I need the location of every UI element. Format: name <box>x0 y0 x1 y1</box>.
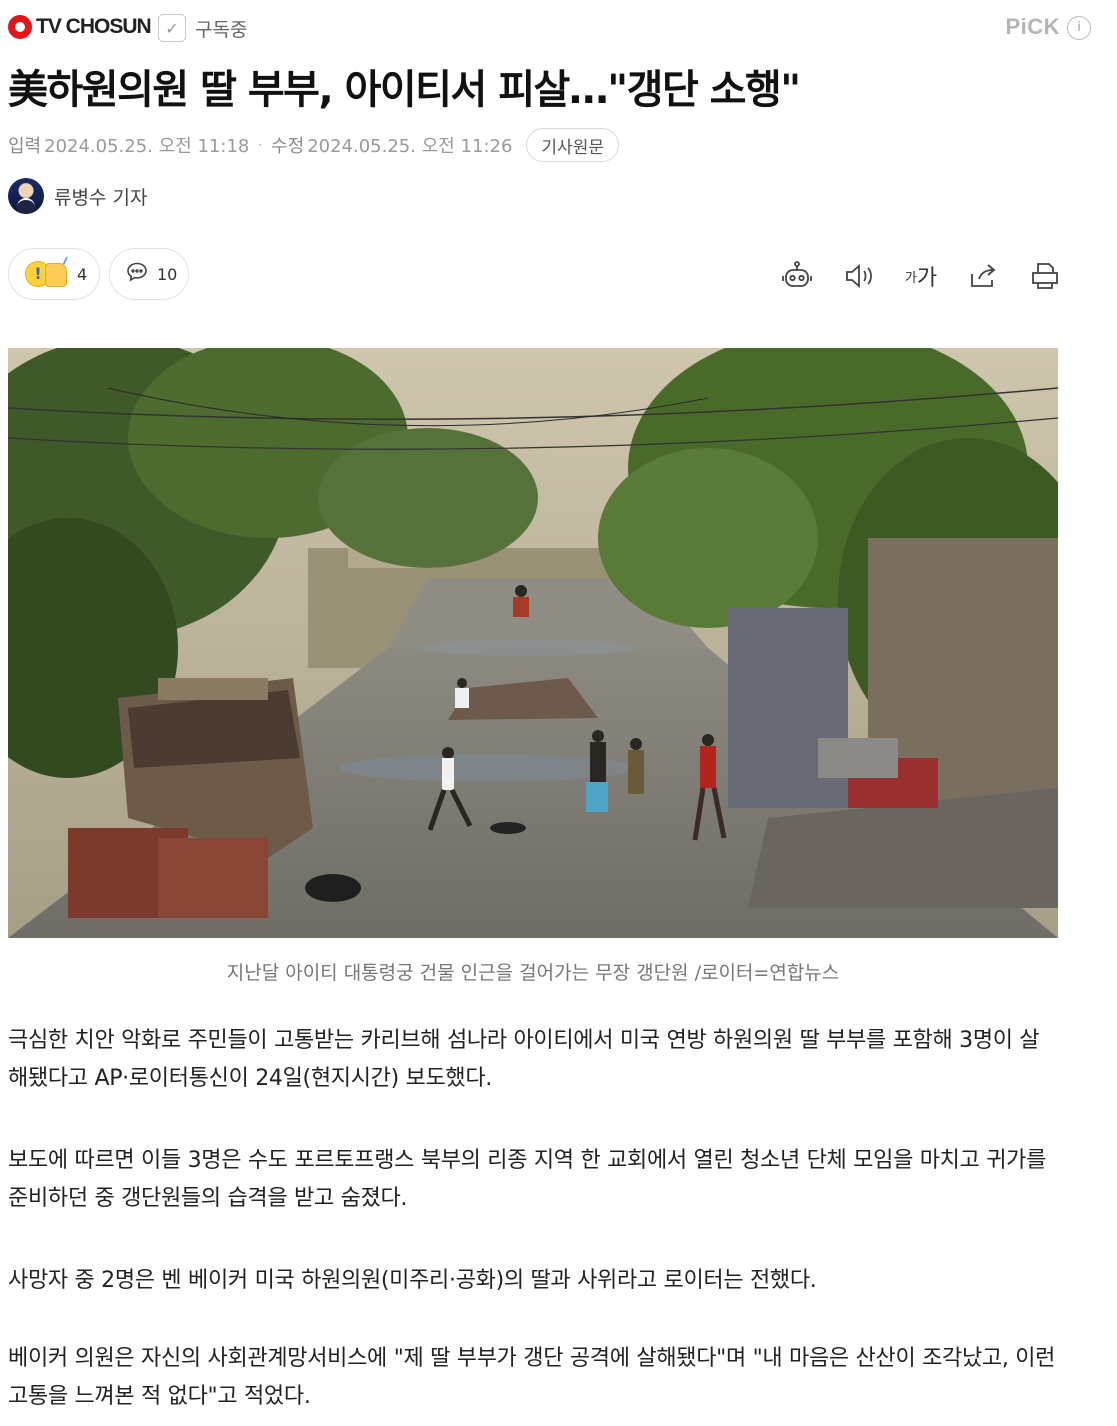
article-toolbar: 가가 <box>755 256 1065 296</box>
share-icon[interactable] <box>963 256 1003 296</box>
article-headline: 美하원의원 딸 부부, 아이티서 피살…"갱단 소행" <box>8 67 801 113</box>
reaction-count: 4 <box>77 264 88 284</box>
subscribe-button[interactable]: ✓ 구독중 <box>158 14 247 42</box>
comment-icon <box>125 260 149 288</box>
speaker-icon[interactable] <box>839 256 879 296</box>
reaction-emoji-icon: ! <box>25 261 69 287</box>
author-name: 류병수 기자 <box>54 186 148 209</box>
photo-caption: 지난달 아이티 대통령궁 건물 인근을 걸어가는 무장 갱단원 /로이터=연합뉴… <box>226 962 840 984</box>
paragraph-2: 보도에 따르면 이들 3명은 수도 포르토프랭스 북부의 리종 지역 한 교회에… <box>8 1148 1047 1211</box>
subscribe-label: 구독중 <box>195 18 248 41</box>
brand-logo-icon <box>8 15 32 39</box>
input-label: 입력 <box>8 136 42 157</box>
original-article-button[interactable]: 기사원문 <box>526 128 619 162</box>
paragraph-4: 베이커 의원은 자신의 사회관계망서비스에 "제 딸 부부가 갱단 공격에 살해… <box>8 1346 1056 1409</box>
edit-time: 2024.05.25. 오전 11:26 <box>307 136 513 157</box>
paragraph-1: 극심한 치안 악화로 주민들이 고통받는 카리브해 섬나라 아이티에서 미국 연… <box>8 1028 1040 1091</box>
article-photo <box>8 348 1058 938</box>
paragraph-3: 사망자 중 2명은 벤 베이커 미국 하원의원(미주리·공화)의 딸과 사위라고… <box>8 1268 817 1293</box>
author-info[interactable]: 류병수 기자 <box>8 178 147 214</box>
font-size-small-label: 가 <box>904 270 917 286</box>
brand-name: TV CHOSUN <box>36 15 152 38</box>
article-meta: 입력 2024.05.25. 오전 11:18 · 수정 2024.05.25.… <box>8 128 619 162</box>
comment-button[interactable]: 10 <box>109 248 189 300</box>
header-bar: TV CHOSUN ✓ 구독중 PiCK i <box>8 10 1108 46</box>
input-time: 2024.05.25. 오전 11:18 <box>44 136 250 157</box>
check-icon: ✓ <box>158 14 186 42</box>
edit-label: 수정 <box>271 136 305 157</box>
author-avatar <box>8 178 44 214</box>
font-size-large-label: 가 <box>916 266 938 291</box>
comment-count: 10 <box>157 264 178 284</box>
robot-summary-icon[interactable] <box>777 256 817 296</box>
brand-logo[interactable]: TV CHOSUN <box>8 15 152 39</box>
street-scene-illustration <box>8 348 1058 938</box>
reaction-button[interactable]: ! 4 <box>8 248 100 300</box>
info-icon[interactable]: i <box>1067 16 1091 40</box>
meta-separator: · <box>257 134 264 156</box>
pick-label: PiCK <box>1005 14 1060 39</box>
print-icon[interactable] <box>1025 256 1065 296</box>
font-size-icon[interactable]: 가가 <box>901 256 941 296</box>
